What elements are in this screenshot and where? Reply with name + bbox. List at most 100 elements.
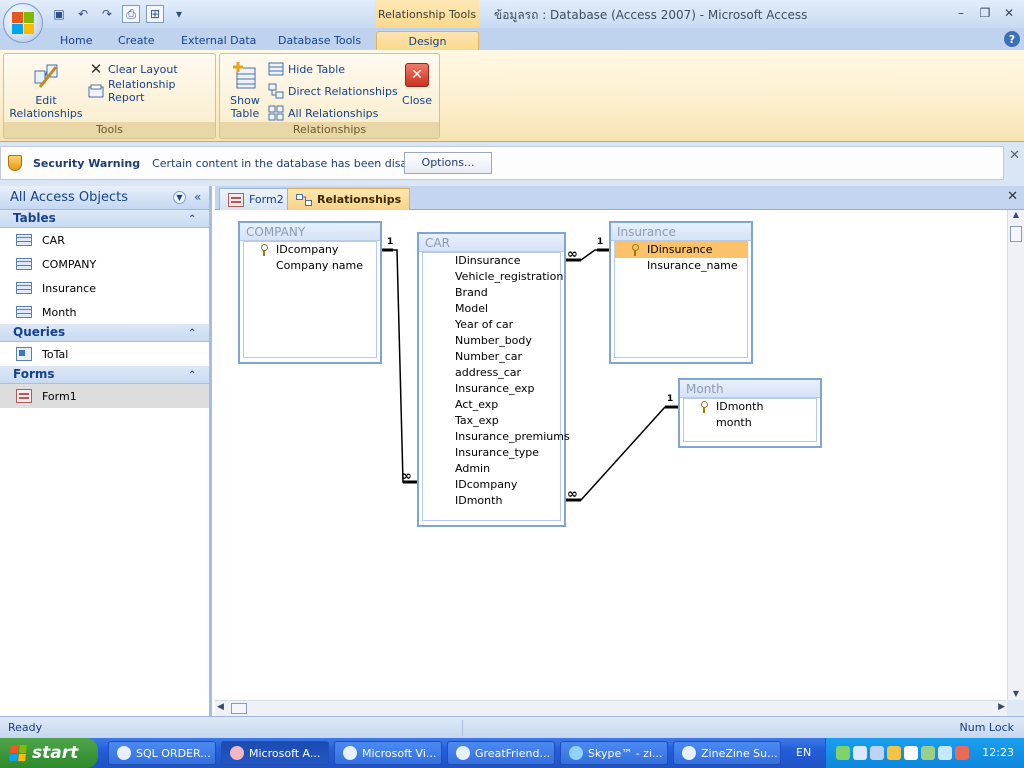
chevron-up-icon[interactable]: ⌃: [188, 211, 196, 228]
task-microsoft-access[interactable]: Microsoft A...: [221, 741, 329, 765]
chevron-up-icon[interactable]: ⌃: [188, 325, 196, 342]
tray-antivirus-icon[interactable]: [904, 746, 918, 760]
close-relationships-button[interactable]: ✕ Close: [398, 60, 436, 107]
tab-database-tools[interactable]: Database Tools: [278, 31, 361, 50]
undo-icon[interactable]: ↶: [74, 5, 92, 23]
field-list-month[interactable]: Month IDmonth month: [678, 378, 822, 448]
message-bar-close-icon[interactable]: ✕: [1009, 148, 1020, 163]
relationships-canvas[interactable]: 1 ∞ ∞ 1 ∞ 1 COMPANY IDcompany Company na…: [215, 210, 1007, 700]
vertical-scrollbar[interactable]: ▲ ▼: [1007, 210, 1024, 700]
field-brand[interactable]: Brand: [423, 285, 560, 301]
help-icon[interactable]: ?: [1004, 31, 1020, 47]
nav-section-queries[interactable]: Queries ⌃: [0, 324, 209, 342]
scroll-thumb[interactable]: [231, 703, 247, 714]
field-insurance-type[interactable]: Insurance_type: [423, 445, 560, 461]
scroll-right-icon[interactable]: ▶: [998, 702, 1005, 712]
chevron-down-icon[interactable]: ▼: [173, 191, 186, 204]
hide-table-button[interactable]: Hide Table: [268, 60, 345, 78]
scroll-thumb[interactable]: [1010, 226, 1022, 242]
field-admin[interactable]: Admin: [423, 461, 560, 477]
scroll-down-icon[interactable]: ▼: [1008, 689, 1024, 698]
minimize-icon[interactable]: –: [950, 3, 972, 23]
collapse-pane-icon[interactable]: «: [194, 190, 201, 204]
task-zinezine[interactable]: ZineZine Su...: [673, 741, 781, 765]
nav-item-car[interactable]: CAR: [0, 228, 209, 252]
field-list-insurance[interactable]: Insurance IDinsurance Insurance_name: [609, 221, 753, 364]
office-button[interactable]: [3, 3, 43, 43]
field-idinsurance[interactable]: IDinsurance: [423, 253, 560, 269]
horizontal-scrollbar[interactable]: ◀ ▶: [215, 700, 1007, 716]
show-table-button[interactable]: Show Table: [226, 60, 264, 120]
language-indicator[interactable]: EN: [796, 746, 811, 759]
tab-create[interactable]: Create: [118, 31, 155, 50]
table-view-icon[interactable]: ⊞: [146, 5, 164, 23]
nav-item-company[interactable]: COMPANY: [0, 252, 209, 276]
field-year-of-car[interactable]: Year of car: [423, 317, 560, 333]
field-number-car[interactable]: Number_car: [423, 349, 560, 365]
doc-tab-relationships[interactable]: Relationships: [287, 188, 411, 210]
task-sql-order[interactable]: SQL ORDER...: [108, 741, 216, 765]
field-list-title[interactable]: CAR: [419, 234, 564, 252]
tray-shield-icon[interactable]: [836, 746, 850, 760]
field-insurance-idinsurance[interactable]: IDinsurance: [615, 242, 747, 258]
field-car-idcompany[interactable]: IDcompany: [423, 477, 560, 493]
doc-tab-form2[interactable]: Form2: [219, 188, 293, 210]
scroll-up-icon[interactable]: ▲: [1008, 210, 1024, 224]
all-relationships-button[interactable]: All Relationships: [268, 104, 378, 122]
task-skype[interactable]: Skype™ - zi...: [560, 741, 668, 765]
nav-item-month[interactable]: Month: [0, 300, 209, 324]
tab-external-data[interactable]: External Data: [181, 31, 256, 50]
field-list-title[interactable]: Insurance: [611, 223, 751, 241]
task-microsoft-visio[interactable]: Microsoft Vi...: [334, 741, 442, 765]
field-month[interactable]: month: [684, 415, 816, 431]
edit-relationships-button[interactable]: Edit Relationships: [8, 60, 84, 120]
nav-pane-header[interactable]: All Access Objects ▼ «: [0, 186, 209, 210]
field-insurance-premiums[interactable]: Insurance_premiums: [423, 429, 570, 445]
nav-item-form1[interactable]: Form1: [0, 384, 209, 408]
clear-layout-button[interactable]: ✕ Clear Layout: [88, 60, 178, 78]
options-button[interactable]: Options...: [404, 152, 492, 174]
tray-volume-icon[interactable]: [938, 746, 952, 760]
field-company-name[interactable]: Company name: [244, 258, 376, 274]
field-idcompany[interactable]: IDcompany: [244, 242, 376, 258]
field-insurance-exp[interactable]: Insurance_exp: [423, 381, 560, 397]
field-list-title[interactable]: COMPANY: [240, 223, 380, 241]
tray-monitor-icon[interactable]: [870, 746, 884, 760]
direct-relationships-button[interactable]: Direct Relationships: [268, 82, 398, 100]
tray-flash-icon[interactable]: [887, 746, 901, 760]
tray-safely-remove-icon[interactable]: [955, 746, 969, 760]
field-insurance-name[interactable]: Insurance_name: [615, 258, 747, 274]
close-icon[interactable]: ✕: [998, 3, 1020, 23]
redo-icon[interactable]: ↷: [98, 5, 116, 23]
field-list-car[interactable]: CAR IDinsurance Vehicle_registration Bra…: [417, 232, 570, 527]
clock[interactable]: 12:23: [982, 746, 1014, 759]
field-address-car[interactable]: address_car: [423, 365, 560, 381]
field-number-body[interactable]: Number_body: [423, 333, 560, 349]
tab-home[interactable]: Home: [60, 31, 92, 50]
field-tax-exp[interactable]: Tax_exp: [423, 413, 560, 429]
nav-section-tables[interactable]: Tables ⌃: [0, 210, 209, 228]
tray-app-icon[interactable]: [921, 746, 935, 760]
field-month-idmonth[interactable]: IDmonth: [684, 399, 816, 415]
nav-item-total[interactable]: ToTal: [0, 342, 209, 366]
field-vehicle-registration[interactable]: Vehicle_registration: [423, 269, 563, 285]
restore-icon[interactable]: ❐: [974, 3, 996, 23]
customize-qat-icon[interactable]: ▾: [170, 5, 188, 23]
save-icon[interactable]: ▣: [50, 5, 68, 23]
field-list-company[interactable]: COMPANY IDcompany Company name: [238, 221, 382, 364]
field-act-exp[interactable]: Act_exp: [423, 397, 560, 413]
task-greatfriend[interactable]: GreatFriend...: [447, 741, 555, 765]
close-document-icon[interactable]: ✕: [1007, 189, 1018, 204]
nav-section-forms[interactable]: Forms ⌃: [0, 366, 209, 384]
nav-item-insurance[interactable]: Insurance: [0, 276, 209, 300]
relationship-report-button[interactable]: Relationship Report: [88, 78, 215, 104]
scroll-left-icon[interactable]: ◀: [217, 702, 224, 712]
tray-network-icon[interactable]: [853, 746, 867, 760]
tab-design[interactable]: Design: [376, 31, 479, 50]
field-model[interactable]: Model: [423, 301, 560, 317]
chevron-up-icon[interactable]: ⌃: [188, 367, 196, 384]
field-car-idmonth[interactable]: IDmonth: [423, 493, 560, 509]
field-list-title[interactable]: Month: [680, 380, 820, 398]
print-preview-icon[interactable]: ⎙: [122, 5, 140, 23]
start-button[interactable]: start: [0, 738, 98, 768]
